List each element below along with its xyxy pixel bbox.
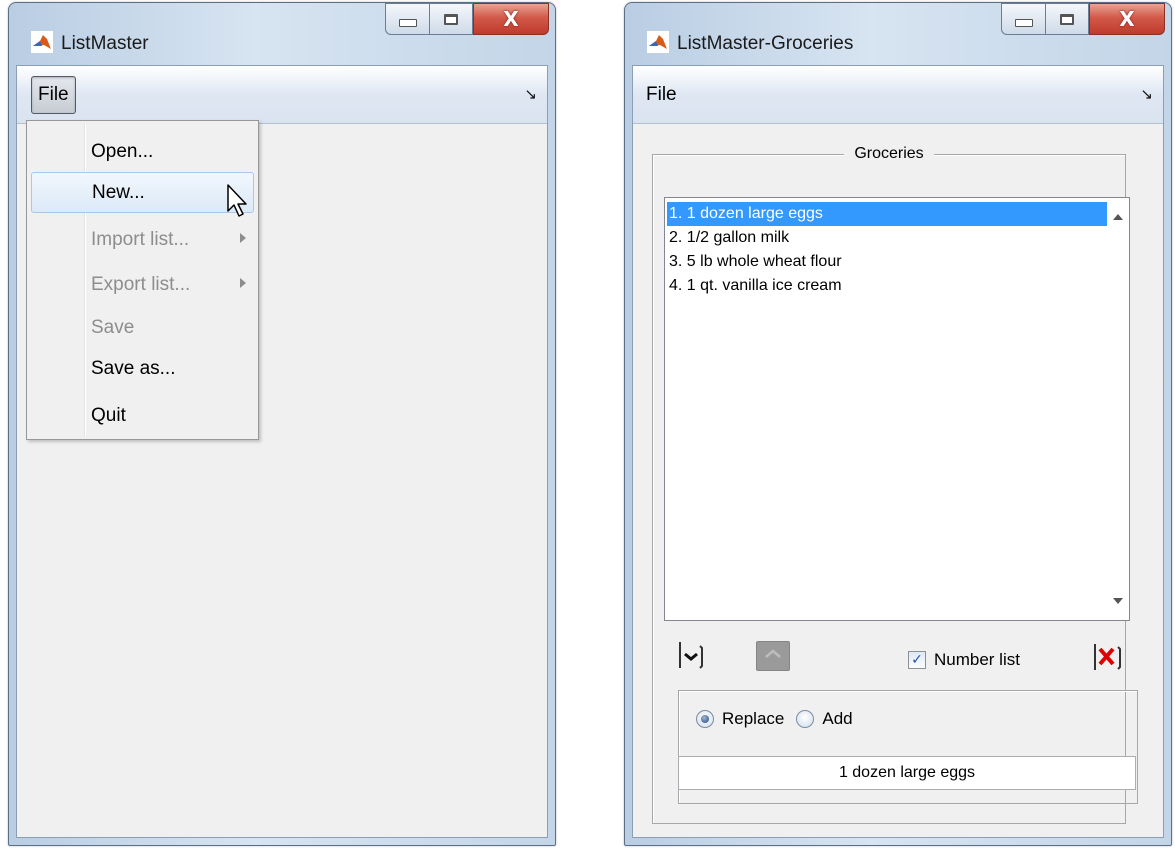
menu-item-save[interactable]: Save: [31, 307, 254, 348]
file-menu[interactable]: File: [31, 76, 76, 114]
list-item[interactable]: 2. 1/2 gallon milk: [667, 226, 1107, 250]
submenu-arrow-icon: [240, 233, 246, 243]
grocery-list: 1. 1 dozen large eggs 2. 1/2 gallon milk…: [665, 198, 1107, 298]
number-list-checkbox-row[interactable]: ✓ Number list: [908, 650, 1020, 670]
arrow-down-right-icon[interactable]: ↘: [524, 85, 537, 103]
scroll-up-arrow-icon[interactable]: [1113, 214, 1123, 220]
move-up-button[interactable]: [756, 641, 790, 671]
number-list-label: Number list: [934, 650, 1020, 669]
file-dropdown-menu: Open... New... Import list... Export lis…: [26, 120, 259, 440]
maximize-icon: [444, 13, 458, 25]
radio-selected-dot: [701, 715, 709, 723]
list-item[interactable]: 4. 1 qt. vanilla ice cream: [667, 274, 1107, 298]
menu-item-label: Open...: [91, 140, 154, 162]
move-up-icon: [765, 649, 781, 658]
menu-item-label: Export list...: [91, 273, 191, 295]
mouse-pointer-icon: [227, 184, 247, 217]
edit-mode-radio-group: Replace Add: [696, 709, 865, 729]
panel-title: Groceries: [844, 145, 934, 162]
list-item[interactable]: 1. 1 dozen large eggs: [667, 202, 1107, 226]
add-radio-label[interactable]: Add: [822, 709, 852, 729]
delete-x-icon[interactable]: [1092, 642, 1122, 672]
menu-bar: File ↘: [17, 66, 547, 124]
vertical-scrollbar[interactable]: [1107, 198, 1129, 620]
add-radio[interactable]: [796, 710, 815, 728]
minimize-button[interactable]: [385, 3, 429, 35]
replace-radio[interactable]: [696, 710, 714, 728]
number-list-checkbox[interactable]: ✓: [908, 651, 926, 669]
window-title: ListMaster: [61, 33, 149, 54]
menu-item-label: Import list...: [91, 228, 190, 250]
menu-item-new[interactable]: New...: [31, 172, 254, 213]
menu-item-label: Quit: [91, 404, 126, 426]
menu-item-quit[interactable]: Quit: [31, 395, 254, 436]
menu-item-label: Save: [91, 316, 135, 338]
move-down-icon[interactable]: [678, 640, 704, 670]
groceries-content: Groceries 1. 1 dozen large eggs 2. 1/2 g…: [624, 0, 1172, 848]
title-bar[interactable]: ListMaster X: [9, 3, 555, 65]
menu-item-save-as[interactable]: Save as...: [31, 348, 254, 389]
item-edit-field[interactable]: 1 dozen large eggs: [678, 756, 1136, 790]
menu-item-label: New...: [92, 181, 145, 203]
grocery-listbox[interactable]: 1. 1 dozen large eggs 2. 1/2 gallon milk…: [664, 197, 1130, 621]
close-button[interactable]: X: [473, 3, 549, 35]
list-item[interactable]: 3. 5 lb whole wheat flour: [667, 250, 1107, 274]
window-controls: X: [385, 3, 549, 37]
minimize-icon: [398, 19, 417, 27]
menu-item-export-list[interactable]: Export list...: [31, 264, 254, 305]
replace-radio-label[interactable]: Replace: [722, 709, 784, 729]
maximize-button[interactable]: [429, 3, 473, 35]
menu-item-label: Save as...: [91, 357, 176, 379]
close-icon: X: [503, 7, 519, 31]
scroll-down-arrow-icon[interactable]: [1113, 598, 1123, 604]
matlab-icon: [31, 31, 53, 53]
submenu-arrow-icon: [240, 278, 246, 288]
menu-item-import-list[interactable]: Import list...: [31, 219, 254, 260]
panel-title-wrap: Groceries: [653, 143, 1125, 163]
menu-item-open[interactable]: Open...: [31, 131, 254, 172]
